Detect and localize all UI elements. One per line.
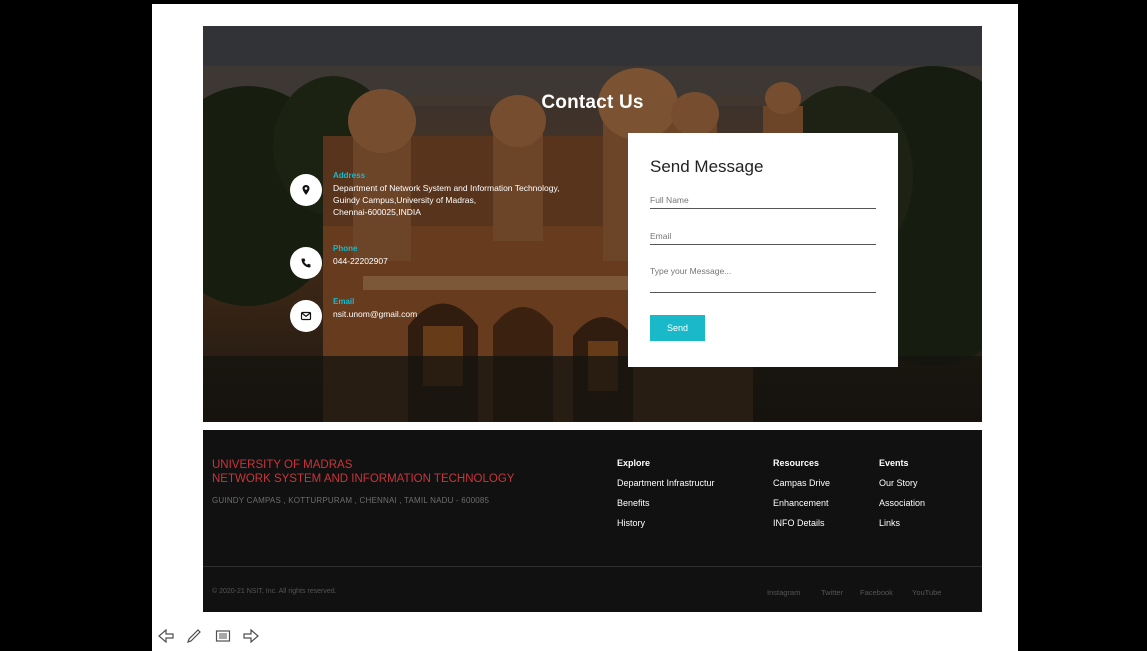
address-line-3: Chennai-600025,INDIA (333, 207, 421, 217)
social-link-youtube[interactable]: YouTube (912, 588, 941, 597)
explore-heading: Explore (617, 458, 651, 468)
footer-link[interactable]: Our Story (879, 478, 925, 488)
email-value: nsit.unom@gmail.com (333, 309, 418, 319)
events-heading: Events (879, 458, 909, 468)
next-arrow-icon[interactable] (243, 628, 259, 646)
site-footer: UNIVERSITY OF MADRAS NETWORK SYSTEM AND … (203, 430, 982, 612)
footer-column-resources: Resources Campas Drive Enhancement INFO … (773, 458, 830, 538)
page-title: Contact Us (541, 92, 644, 113)
social-link-instagram[interactable]: Instagram (767, 588, 800, 597)
footer-link[interactable]: Department Infrastructur (617, 478, 715, 488)
footer-link[interactable]: INFO Details (773, 518, 830, 528)
address-line-1: Department of Network System and Informa… (333, 183, 560, 193)
address-line-2: Guindy Campus,University of Madras, (333, 195, 477, 205)
resources-heading: Resources (773, 458, 820, 468)
menu-icon[interactable] (215, 629, 231, 646)
footer-address: GUINDY CAMPAS , KOTTURPURAM , CHENNAI , … (212, 496, 490, 505)
email-input[interactable] (650, 231, 876, 245)
social-link-twitter[interactable]: Twitter (821, 588, 843, 597)
pen-icon[interactable] (186, 629, 202, 646)
address-value: Department of Network System and Informa… (333, 182, 559, 218)
footer-link[interactable]: Enhancement (773, 498, 830, 508)
send-button[interactable]: Send (650, 315, 705, 341)
message-input[interactable] (650, 266, 876, 293)
presentation-slide: Contact Us Address Department of Network… (152, 4, 1018, 651)
prev-arrow-icon[interactable] (158, 628, 174, 646)
phone-label: Phone (333, 244, 358, 253)
footer-link[interactable]: Association (879, 498, 925, 508)
footer-link[interactable]: History (617, 518, 715, 528)
university-name: UNIVERSITY OF MADRAS (212, 459, 353, 471)
footer-brand: UNIVERSITY OF MADRAS NETWORK SYSTEM AND … (212, 458, 514, 486)
email-label: Email (333, 297, 355, 306)
footer-divider (203, 566, 982, 567)
send-message-form: Send Message Send (628, 133, 898, 367)
footer-column-events: Events Our Story Association Links (879, 458, 925, 538)
phone-icon (290, 247, 322, 279)
footer-link[interactable]: Links (879, 518, 925, 528)
footer-link[interactable]: Campas Drive (773, 478, 830, 488)
form-title: Send Message (650, 157, 764, 176)
contact-hero: Contact Us Address Department of Network… (203, 26, 982, 422)
full-name-input[interactable] (650, 195, 876, 209)
copyright-text: © 2020-21 NSIT, Inc. All rights reserved… (212, 588, 337, 595)
footer-link[interactable]: Benefits (617, 498, 715, 508)
phone-value: 044-22202907 (333, 256, 388, 266)
department-name: NETWORK SYSTEM AND INFORMATION TECHNOLOG… (212, 473, 515, 485)
social-link-facebook[interactable]: Facebook (860, 588, 893, 597)
map-pin-icon (290, 174, 322, 206)
address-label: Address (333, 171, 366, 180)
footer-column-explore: Explore Department Infrastructur Benefit… (617, 458, 715, 538)
envelope-icon (290, 300, 322, 332)
